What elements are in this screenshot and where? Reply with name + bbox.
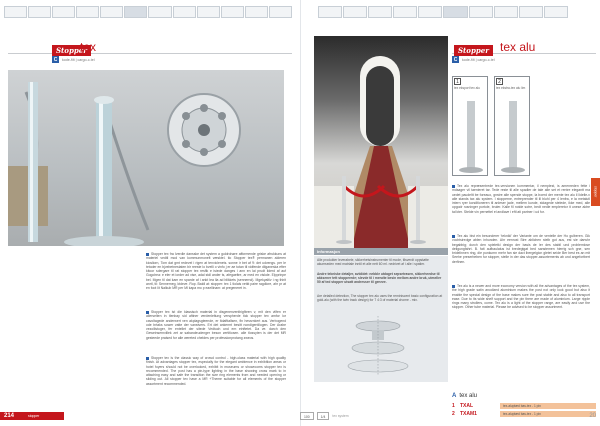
bullet-icon xyxy=(452,234,455,238)
product-title-left: tex xyxy=(80,40,97,54)
thumbnail[interactable] xyxy=(28,6,52,18)
brand-logo-right: Stopper xyxy=(454,45,493,56)
thumbnail[interactable] xyxy=(493,6,518,18)
footer-label-mid: tex system xyxy=(332,414,349,418)
category-text: kode-filt | cargo-c-tel xyxy=(62,57,95,62)
thumbnail[interactable] xyxy=(443,6,468,18)
bullet-icon xyxy=(146,310,149,314)
thumbnail[interactable] xyxy=(318,6,343,18)
paragraph-left-2: Stopper tex ist die klassisch material i… xyxy=(146,310,286,340)
thumbnail[interactable] xyxy=(124,6,148,18)
product-box-1: 1 tex eksport tex alu xyxy=(452,76,488,176)
side-tab-stopper[interactable]: stopper xyxy=(591,178,600,206)
paragraph-right-2: Tex alu bist ein besonderer ‘tekniki’ de… xyxy=(452,234,590,264)
bullet-icon xyxy=(146,356,149,360)
footer-mid: 100 1/4 tex system xyxy=(300,412,349,420)
category-tag-right: C kode-filt | cargo-c-tel xyxy=(452,56,495,63)
paragraph-left-1: Stopper tex fra Iverdle dansske det syst… xyxy=(146,252,286,291)
thumbnail[interactable] xyxy=(100,6,124,18)
thumbnail[interactable] xyxy=(268,6,292,18)
page-number-left: 214 xyxy=(4,413,15,419)
model-name: tex alu xyxy=(459,393,478,399)
spec-line-3: Are detailed detection, The stopper tex … xyxy=(317,294,443,303)
product-title-right: tex alu xyxy=(500,40,536,54)
bullet-icon xyxy=(146,252,149,256)
thumbnail-strip-left xyxy=(4,6,292,18)
model-row: 2 TXAM1 tex-aluptæd bas-tex - 1 pin xyxy=(452,410,596,417)
product-box-2: 2 tex ekstra-tex alu lim xyxy=(494,76,530,176)
product-photo-tex xyxy=(8,70,284,246)
stanchion-photo-illustration xyxy=(8,82,241,246)
stanchion-illustration xyxy=(501,101,525,173)
model-row-number: 1 xyxy=(452,402,455,409)
footer-button-2[interactable]: 1/4 xyxy=(316,412,330,420)
stanchion-illustration xyxy=(459,101,483,173)
thumbnail[interactable] xyxy=(52,6,76,18)
thumbnail[interactable] xyxy=(518,6,543,18)
thumbnail[interactable] xyxy=(418,6,443,18)
thumbnail[interactable] xyxy=(196,6,220,18)
thumbnail[interactable] xyxy=(172,6,196,18)
thumbnail[interactable] xyxy=(148,6,172,18)
thumbnail[interactable] xyxy=(343,6,368,18)
thumbnail[interactable] xyxy=(468,6,493,18)
bullet-icon xyxy=(452,184,455,188)
thumbnail[interactable] xyxy=(76,6,100,18)
footer-button-1[interactable]: 100 xyxy=(300,412,314,420)
model-row-number: 2 xyxy=(452,410,455,417)
model-row-desc: tex-aluptæd bas-tex - 1 pin xyxy=(500,402,596,409)
model-row: 1 TXAL tex-aluptæd bas-tex - 1 pin xyxy=(452,402,596,409)
model-row-desc: tex-aluptæd bas-tex - 1 pin xyxy=(500,410,596,417)
paragraph-right-1: Tex alu repræsentrede tex-versionen komm… xyxy=(452,184,590,214)
page-number-right: 20 xyxy=(589,413,596,419)
thumbnail[interactable] xyxy=(543,6,568,18)
model-row-code: TXAL xyxy=(460,402,474,409)
thumbnail[interactable] xyxy=(393,6,418,18)
paragraph-right-3: Tex alu is a newer and more economy vers… xyxy=(452,284,590,310)
category-letter: C xyxy=(452,56,459,63)
thumbnail-strip-right xyxy=(318,6,568,18)
thumbnail[interactable] xyxy=(244,6,268,18)
bullet-icon xyxy=(452,284,455,288)
header-rule-left xyxy=(8,53,292,54)
category-letter: C xyxy=(52,56,59,63)
page-gutter xyxy=(300,0,301,426)
thumbnail[interactable] xyxy=(220,6,244,18)
product-photo-tex-alu xyxy=(314,36,448,248)
corridor-photo-illustration xyxy=(314,56,448,248)
paragraph-left-3: Stopper tex is the classic way of crowd … xyxy=(146,356,286,386)
thumbnail[interactable] xyxy=(4,6,28,18)
model-letter: A xyxy=(452,393,457,399)
model-row-code: TXAM1 xyxy=(460,410,477,417)
spec-title: Informasjon xyxy=(314,248,448,255)
model-heading: A tex alu xyxy=(452,393,477,399)
thumbnail[interactable] xyxy=(368,6,393,18)
spec-line-2: Andre tekniske detaljer, avbildet: nebbl… xyxy=(317,272,442,285)
spec-line-1: Alle produkter leverabele, sikkerhetsins… xyxy=(317,258,429,267)
footer-left: 214 stopper xyxy=(0,412,64,420)
category-text: kode-filt | cargo-c-tel xyxy=(462,57,495,62)
category-tag-left: C kode-filt | cargo-c-tel xyxy=(52,56,95,63)
footer-label-left: stopper xyxy=(28,414,40,418)
